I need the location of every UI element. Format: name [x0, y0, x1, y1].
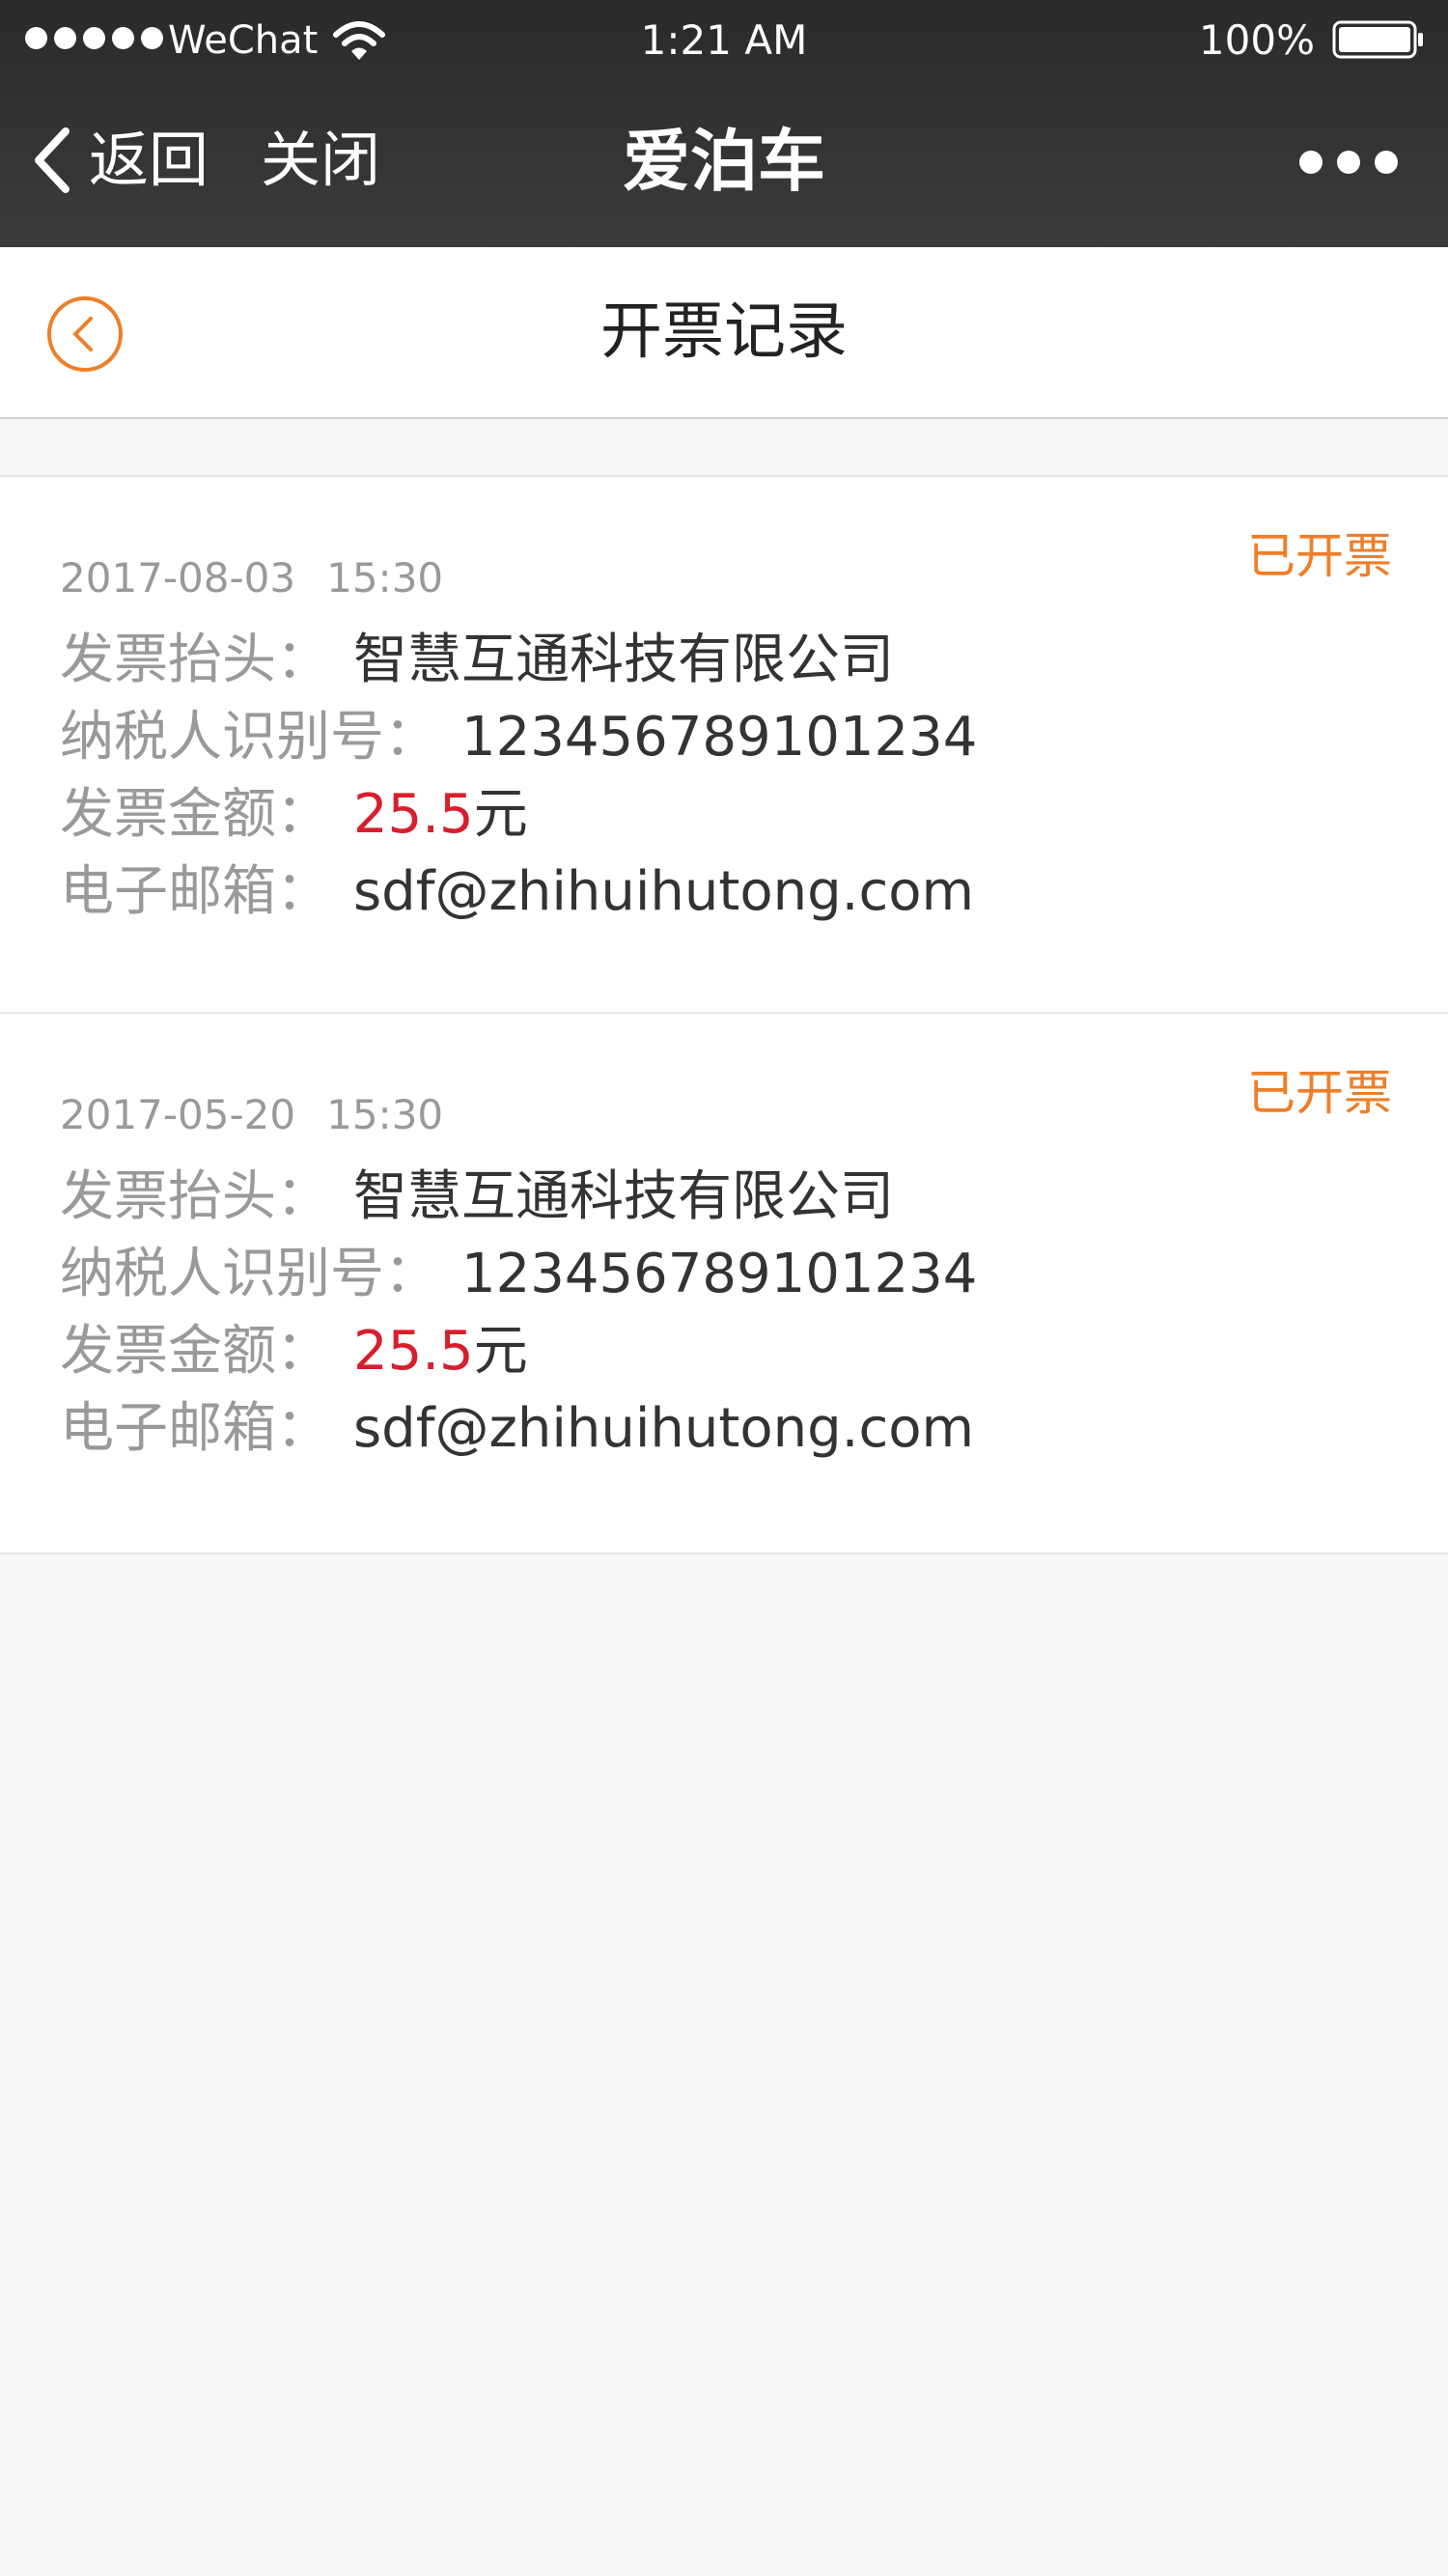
invoice-datetime: 2017-08-03 15:30	[60, 554, 443, 602]
label-separator: ：	[276, 860, 330, 923]
label-separator: ：	[276, 1165, 330, 1228]
email-label: 电子邮箱	[60, 860, 276, 923]
taxpayer-id-value: 123456789101234	[461, 706, 978, 769]
taxpayer-id-row: 纳税人识别号： 123456789101234	[60, 699, 977, 776]
email-value: sdf@zhihuihutong.com	[353, 1397, 975, 1460]
battery-icon	[1332, 20, 1423, 59]
wechat-nav-bar: 返回 关闭 爱泊车	[0, 81, 1448, 247]
invoice-amount-value: 25.5	[353, 1320, 474, 1383]
invoice-header-row: 发票抬头： 智慧互通科技有限公司	[60, 1159, 977, 1236]
invoice-date: 2017-08-03	[60, 554, 296, 602]
email-label: 电子邮箱	[60, 1397, 276, 1460]
taxpayer-id-value: 123456789101234	[461, 1243, 978, 1305]
label-separator: ：	[276, 1397, 330, 1460]
status-bar: WeChat 1:21 AM 100%	[0, 0, 1448, 81]
invoice-record-list: 已开票 2017-08-03 15:30 发票抬头： 智慧互通科技有限公司 纳税…	[0, 475, 1448, 1554]
invoice-details: 发票抬头： 智慧互通科技有限公司 纳税人识别号： 123456789101234…	[60, 622, 977, 931]
currency-unit: 元	[473, 783, 528, 846]
label-separator: ：	[384, 1243, 438, 1305]
currency-unit: 元	[473, 1320, 528, 1383]
invoice-record[interactable]: 已开票 2017-05-20 15:30 发票抬头： 智慧互通科技有限公司 纳税…	[0, 1014, 1448, 1554]
email-row: 电子邮箱： sdf@zhihuihutong.com	[60, 1390, 977, 1468]
taxpayer-id-label: 纳税人识别号	[60, 1243, 384, 1305]
invoice-date: 2017-05-20	[60, 1091, 296, 1138]
taxpayer-id-row: 纳税人识别号： 123456789101234	[60, 1236, 977, 1313]
invoice-details: 发票抬头： 智慧互通科技有限公司 纳税人识别号： 123456789101234…	[60, 1159, 977, 1468]
label-separator: ：	[276, 629, 330, 691]
invoice-amount-value: 25.5	[353, 783, 474, 846]
invoice-status-badge: 已开票	[1247, 1065, 1392, 1121]
email-row: 电子邮箱： sdf@zhihuihutong.com	[60, 854, 977, 931]
label-separator: ：	[384, 706, 438, 769]
more-icon[interactable]	[1299, 151, 1398, 174]
invoice-header-row: 发票抬头： 智慧互通科技有限公司	[60, 622, 977, 699]
invoice-time: 15:30	[326, 554, 444, 602]
label-separator: ：	[276, 783, 330, 846]
invoice-datetime: 2017-05-20 15:30	[60, 1091, 443, 1139]
invoice-amount-label: 发票金额	[60, 1320, 276, 1383]
invoice-header-label: 发票抬头	[60, 1165, 276, 1228]
invoice-time: 15:30	[326, 1091, 444, 1138]
invoice-header-label: 发票抬头	[60, 629, 276, 691]
label-separator: ：	[276, 1320, 330, 1383]
wechat-page-title: 爱泊车	[623, 122, 825, 201]
wechat-chrome: WeChat 1:21 AM 100% 返回 关闭 爱泊车	[0, 0, 1448, 247]
invoice-status-badge: 已开票	[1247, 528, 1392, 584]
page-header: 开票记录	[0, 247, 1448, 419]
invoice-header-value: 智慧互通科技有限公司	[353, 629, 894, 691]
invoice-amount-label: 发票金额	[60, 783, 276, 846]
invoice-header-value: 智慧互通科技有限公司	[353, 1165, 894, 1228]
taxpayer-id-label: 纳税人识别号	[60, 706, 384, 769]
battery-percentage: 100%	[1198, 16, 1315, 64]
page-title: 开票记录	[600, 296, 848, 368]
invoice-amount-row: 发票金额： 25.5 元	[60, 776, 977, 854]
invoice-record[interactable]: 已开票 2017-08-03 15:30 发票抬头： 智慧互通科技有限公司 纳税…	[0, 475, 1448, 1014]
invoice-amount-row: 发票金额： 25.5 元	[60, 1313, 977, 1390]
email-value: sdf@zhihuihutong.com	[353, 860, 975, 923]
